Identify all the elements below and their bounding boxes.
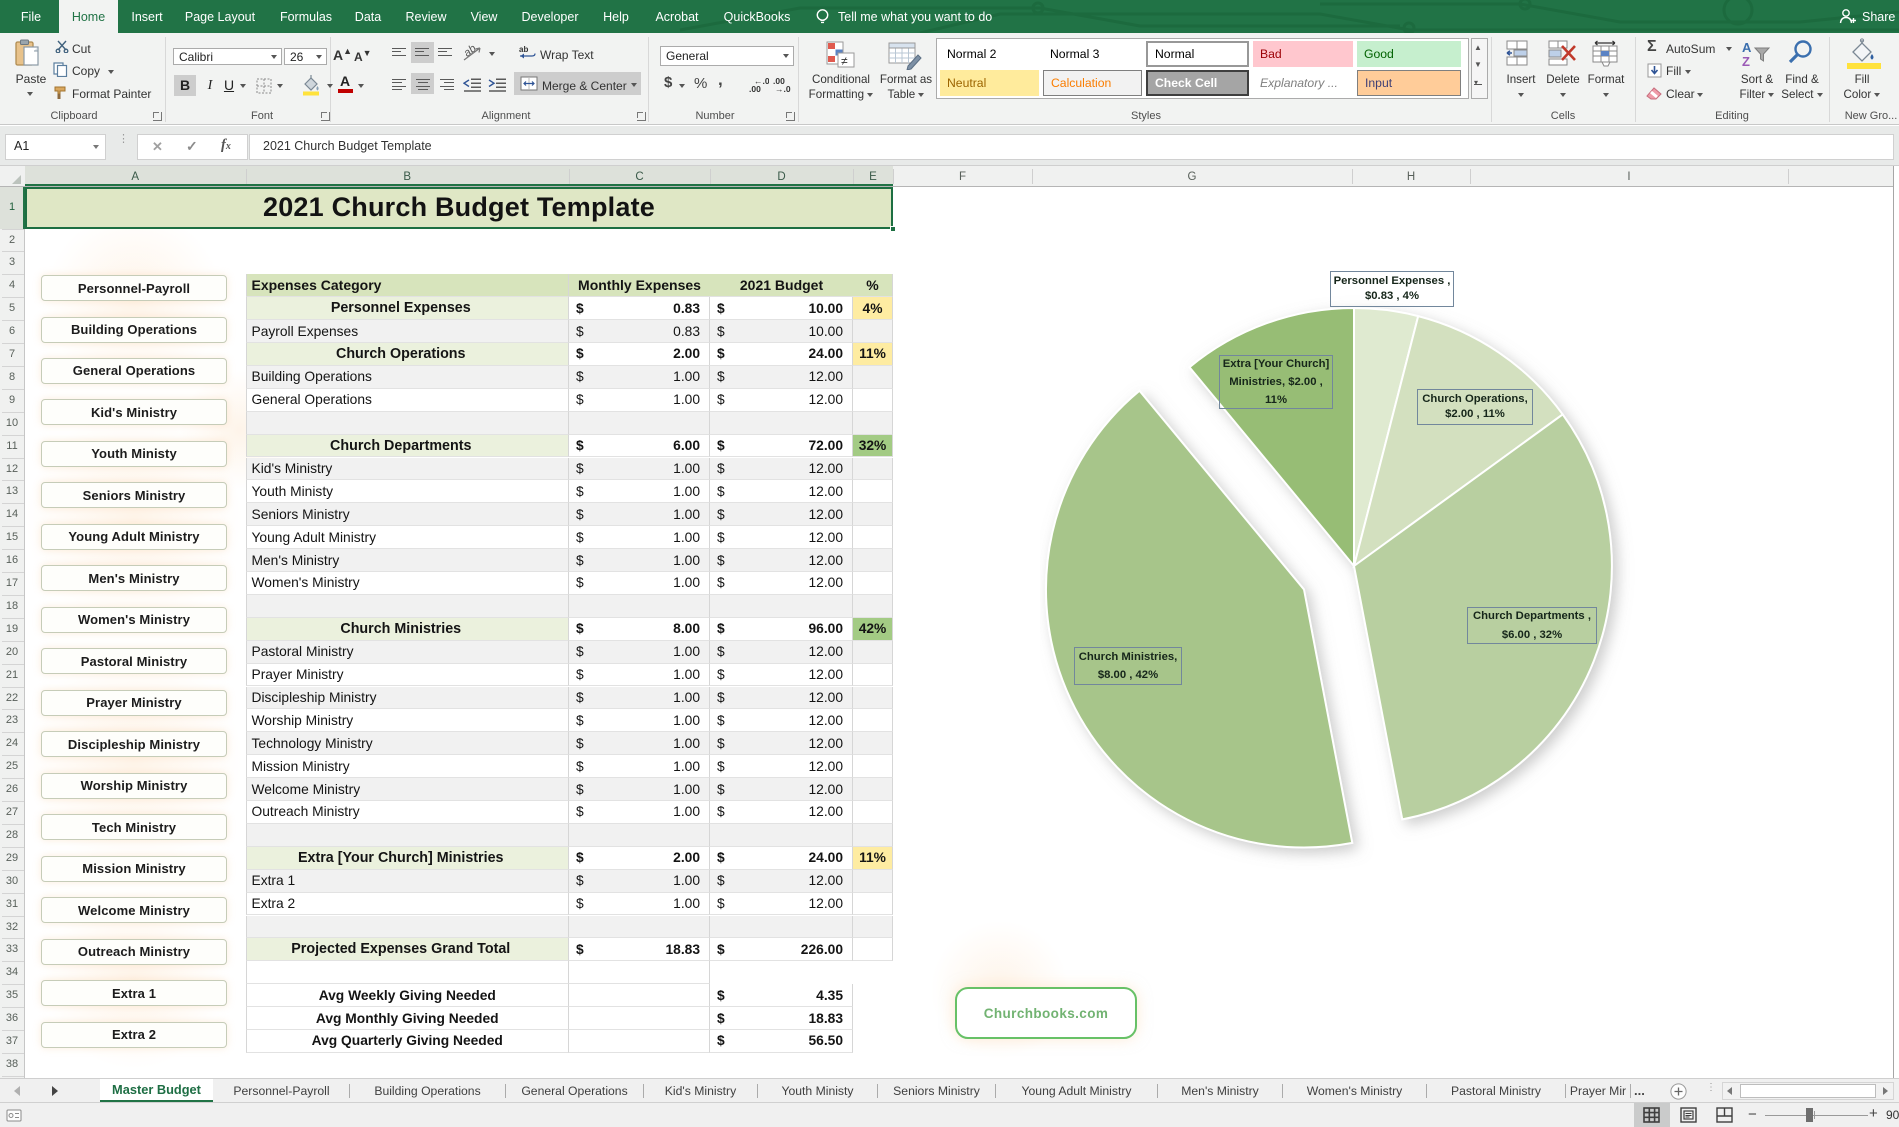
svg-text:→.0: →.0 <box>775 84 791 93</box>
svg-text:Z: Z <box>1742 54 1750 68</box>
svg-text:ab: ab <box>519 45 528 54</box>
svg-text:≠: ≠ <box>841 54 848 68</box>
svg-text:.00: .00 <box>749 84 761 93</box>
svg-text:A: A <box>1742 40 1752 55</box>
